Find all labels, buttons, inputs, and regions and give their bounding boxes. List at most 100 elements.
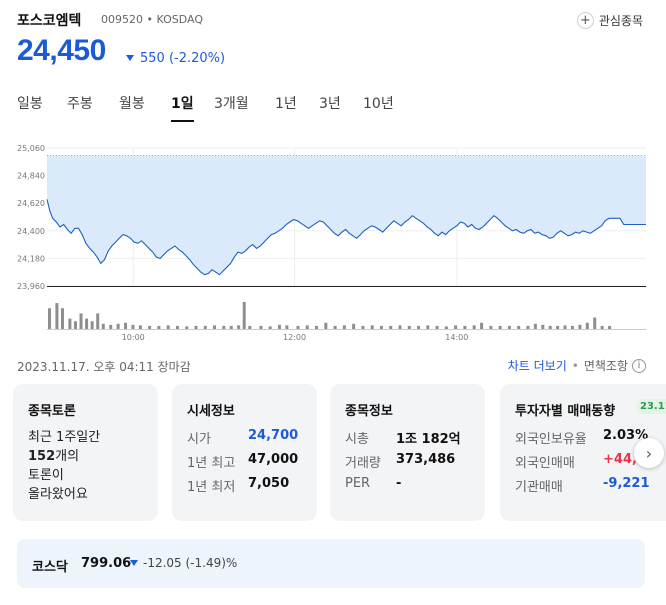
volume-bar <box>342 325 346 329</box>
plus-icon: + <box>576 11 594 29</box>
volume-bar <box>242 302 246 329</box>
volume-bar <box>213 325 217 329</box>
volume-bar <box>237 325 241 329</box>
institution-trade-row: 기관매매 -9,221 <box>515 476 650 495</box>
period-tabs: 일봉 주봉 월봉 1일 3개월 1년 3년 10년 <box>17 93 417 125</box>
y-tick-label: 24,400 <box>17 227 45 236</box>
y-tick-label: 25,060 <box>17 144 45 153</box>
volume-bar <box>498 325 502 329</box>
date-badge: 23.11 <box>636 399 666 414</box>
volume-bar <box>229 325 233 329</box>
disclaimer-link[interactable]: 면책조항 <box>584 357 628 374</box>
market-info-card[interactable]: 시세정보 시가 24,700 1년 최고 47,000 1년 최저 7,050 <box>172 384 317 521</box>
volume-bar <box>138 325 142 329</box>
index-change: -12.05 (-1.49)% <box>130 556 237 570</box>
foreign-trade-row: 외국인매매 +44, <box>515 452 637 471</box>
volume-bar <box>55 303 59 329</box>
volume-bar <box>463 325 467 329</box>
volume-bar <box>370 325 374 329</box>
volume-bar <box>166 325 170 329</box>
volume-bar <box>379 325 383 329</box>
info-icon[interactable]: i <box>632 358 646 373</box>
volume-bar <box>185 326 189 329</box>
index-summary-bar[interactable]: 코스닥 799.06 -12.05 (-1.49)% <box>17 539 645 588</box>
company-info-card[interactable]: 종목정보 시총 1조 182억 거래량 373,486 PER - <box>330 384 485 521</box>
down-triangle-icon <box>126 55 134 61</box>
carousel-next-button[interactable]: › <box>634 438 664 468</box>
volume-bar <box>361 325 365 329</box>
change-percent: (-2.20%) <box>168 51 226 66</box>
volume-bar <box>517 325 521 329</box>
tab-monthly[interactable]: 월봉 <box>119 93 145 113</box>
stock-header: 포스코엠텍 009520 • KOSDAQ + 관심종목 <box>17 9 657 33</box>
volume-bar <box>101 323 105 329</box>
x-tick-label: 12:00 <box>283 333 306 342</box>
volume-bar <box>398 325 402 329</box>
volume-bar <box>600 325 604 329</box>
tab-weekly[interactable]: 주봉 <box>67 93 93 113</box>
volume-bar <box>454 325 458 329</box>
price-area <box>47 155 646 275</box>
volume-bar <box>157 325 161 329</box>
volume-bar <box>285 325 289 329</box>
volume-bar <box>608 325 612 329</box>
company-info-title: 종목정보 <box>345 404 393 419</box>
discussion-title: 종목토론 <box>28 404 76 419</box>
volume-bar <box>570 325 574 329</box>
down-triangle-icon <box>130 560 138 566</box>
tab-3months[interactable]: 3개월 <box>214 93 249 113</box>
x-tick-label: 14:00 <box>445 333 468 342</box>
tab-1year[interactable]: 1년 <box>275 93 297 113</box>
tab-10years[interactable]: 10년 <box>363 93 394 113</box>
volume-bar <box>296 325 300 329</box>
volume-bar <box>563 325 567 329</box>
stock-name: 포스코엠텍 <box>17 13 82 29</box>
foreign-ownership-row: 외국인보유율 2.03% <box>515 428 649 447</box>
volume-bar <box>259 325 263 329</box>
index-name: 코스닥 <box>32 560 68 575</box>
y-tick-label: 24,620 <box>17 199 45 208</box>
volume-bar <box>109 324 113 329</box>
volume-bar <box>124 322 128 329</box>
volume-bar <box>268 326 272 329</box>
volume-bar <box>548 325 552 329</box>
volume-bar <box>526 325 530 329</box>
chart-more-link[interactable]: 차트 더보기 <box>508 357 567 374</box>
y-tick-label: 24,840 <box>17 172 45 181</box>
current-price: 24,450 <box>17 34 106 67</box>
y-tick-label: 23,960 <box>17 282 45 291</box>
tab-3years[interactable]: 3년 <box>319 93 341 113</box>
price-change: 550 (-2.20%) <box>126 51 225 66</box>
volume-bar <box>389 325 393 329</box>
discussion-card[interactable]: 종목토론 최근 1주일간 152개의 토론이 올라왔어요 <box>13 384 158 521</box>
volume-bar <box>277 324 281 329</box>
volume-bar <box>68 318 72 329</box>
open-price-row: 시가 24,700 <box>187 428 299 447</box>
tab-daily[interactable]: 일봉 <box>17 93 43 113</box>
volume-bar <box>407 325 411 329</box>
volume-bar <box>324 322 328 329</box>
year-low-row: 1년 최저 7,050 <box>187 476 290 495</box>
volume-bar <box>417 325 421 329</box>
volume-bar <box>85 318 89 329</box>
volume-row: 거래량 373,486 <box>345 452 456 471</box>
add-watchlist-button[interactable]: + 관심종목 <box>576 9 643 31</box>
volume-bar <box>444 326 448 329</box>
price-chart[interactable]: 25,060 24,840 24,620 24,400 24,180 23,960 10:0… <box>0 138 666 348</box>
watchlist-label: 관심종목 <box>598 13 643 28</box>
volume-bar <box>480 322 484 329</box>
volume-bar <box>426 325 430 329</box>
volume-bar <box>489 325 493 329</box>
volume-bar <box>222 325 226 329</box>
volume-bar <box>585 322 589 329</box>
volume-bar <box>541 324 545 329</box>
change-amount: 550 <box>140 51 165 66</box>
volume-bar <box>472 325 476 329</box>
discussion-count: 152 <box>28 449 56 464</box>
volume-bar <box>96 313 100 329</box>
market-timestamp: 2023.11.17. 오후 04:11 장마감 <box>17 360 191 374</box>
volume-bar <box>556 325 560 329</box>
tab-1day[interactable]: 1일 <box>171 93 194 122</box>
volume-bar <box>60 308 64 329</box>
chevron-right-icon: › <box>645 443 653 463</box>
